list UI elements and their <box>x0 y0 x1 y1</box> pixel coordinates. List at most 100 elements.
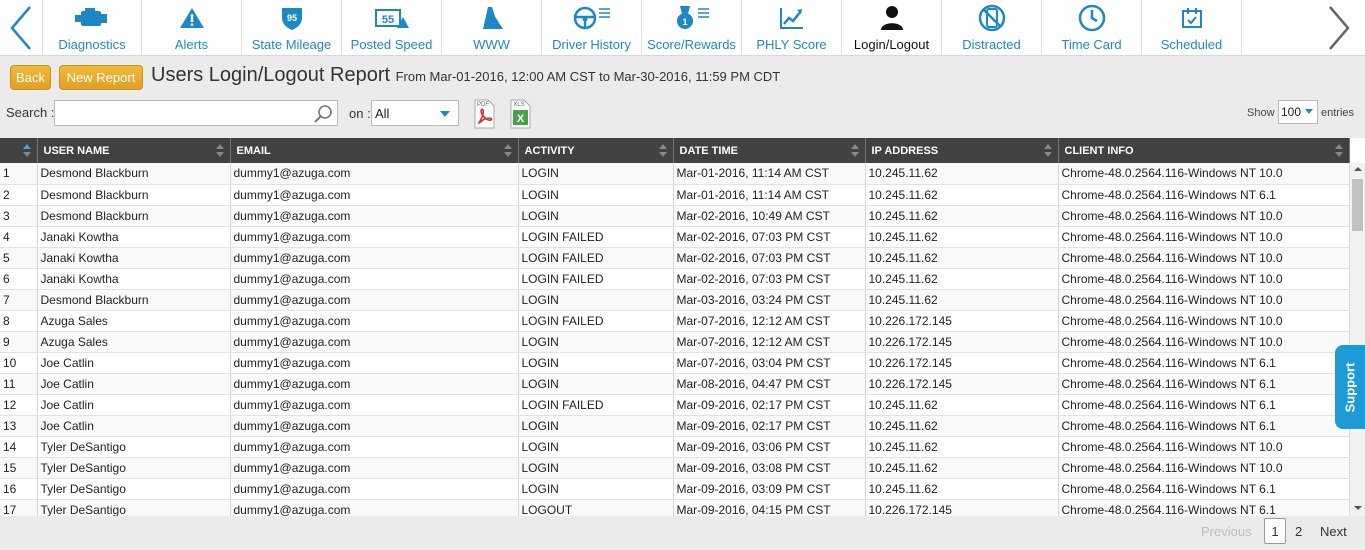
pagination-previous[interactable]: Previous <box>1201 518 1252 544</box>
tab-scheduled[interactable]: Scheduled <box>1142 0 1242 56</box>
cell-date-time: Mar-07-2016, 12:12 AM CST <box>673 331 866 353</box>
cell-user-name: Azuga Sales <box>37 331 231 353</box>
tab-distracted[interactable]: Distracted <box>942 0 1042 56</box>
pagination-next[interactable]: Next <box>1320 518 1347 544</box>
cell-user-name: Janaki Kowtha <box>37 247 231 269</box>
cell-email: dummy1@azuga.com <box>230 394 519 416</box>
cell-user-name: Janaki Kowtha <box>37 226 231 248</box>
tab-score-rewards[interactable]: 1 Score/Rewards <box>642 0 742 56</box>
cell-index: 17 <box>0 499 38 516</box>
trend-chart-icon <box>779 8 803 29</box>
table-row[interactable]: 12 Joe Catlin dummy1@azuga.com LOGIN FAILED… <box>0 394 1350 416</box>
nav-prev-arrow[interactable] <box>0 0 42 56</box>
table-row[interactable]: 15 Tyler DeSantigo dummy1@azuga.com LOGIN Ma… <box>0 457 1350 479</box>
table-row[interactable]: 5 Janaki Kowtha dummy1@azuga.com LOGIN FAIL… <box>0 247 1350 269</box>
cell-email: dummy1@azuga.com <box>230 436 519 458</box>
cell-client-info: Chrome-48.0.2564.116-Windows NT 6.1 <box>1058 394 1350 416</box>
pagination-page-1[interactable]: 1 <box>1264 518 1286 544</box>
export-pdf-button[interactable]: PDF <box>471 99 497 129</box>
tab-login-logout[interactable]: Login/Logout <box>842 0 942 56</box>
tab-state-mileage[interactable]: 95 State Mileage <box>242 0 342 56</box>
page-size-select[interactable]: 100 <box>1278 100 1318 124</box>
cell-date-time: Mar-03-2016, 03:24 PM CST <box>673 289 866 311</box>
cell-date-time: Mar-07-2016, 12:12 AM CST <box>673 310 866 332</box>
table-row[interactable]: 14 Tyler DeSantigo dummy1@azuga.com LOGIN Ma… <box>0 436 1350 458</box>
table-row[interactable]: 13 Joe Catlin dummy1@azuga.com LOGIN Mar-09-… <box>0 415 1350 437</box>
cell-email: dummy1@azuga.com <box>230 373 519 395</box>
tab-alerts[interactable]: Alerts <box>142 0 242 56</box>
column-header-email[interactable]: EMAIL <box>230 138 519 163</box>
cell-client-info: Chrome-48.0.2564.116-Windows NT 10.0 <box>1058 268 1350 290</box>
column-header-user-name[interactable]: USER NAME <box>37 138 231 163</box>
table-row[interactable]: 10 Joe Catlin dummy1@azuga.com LOGIN Mar-07-… <box>0 352 1350 374</box>
cell-index: 14 <box>0 436 38 458</box>
export-xls-button[interactable]: XLS X <box>507 99 533 129</box>
xls-file-icon: XLS X <box>510 99 531 129</box>
column-header-ip-address[interactable]: IP ADDRESS <box>865 138 1059 163</box>
tab-driver-history[interactable]: Driver History <box>542 0 642 56</box>
table-row[interactable]: 2 Desmond Blackburn dummy1@azuga.com LOGIN M… <box>0 184 1350 206</box>
medal-icon: 1 <box>676 6 709 29</box>
table-row[interactable]: 3 Desmond Blackburn dummy1@azuga.com LOGIN M… <box>0 205 1350 227</box>
column-header-index[interactable] <box>0 138 38 163</box>
search-field <box>54 100 338 126</box>
tab-label: PHLY Score <box>756 37 827 52</box>
highway-shield-icon: 95 <box>281 8 302 30</box>
table-row[interactable]: 4 Janaki Kowtha dummy1@azuga.com LOGIN FAIL… <box>0 226 1350 248</box>
tab-label: Posted Speed <box>350 37 433 52</box>
sort-asc-icon <box>22 144 31 157</box>
tab-time-card[interactable]: Time Card <box>1042 0 1142 56</box>
cell-index: 2 <box>0 184 38 206</box>
cell-ip-address: 10.245.11.62 <box>865 226 1059 248</box>
tab-diagnostics[interactable]: Diagnostics <box>42 0 142 56</box>
scrollbar-thumb[interactable] <box>1352 179 1363 231</box>
cell-index: 9 <box>0 331 38 353</box>
tab-posted-speed[interactable]: 55 Posted Speed <box>342 0 442 56</box>
cell-user-name: Azuga Sales <box>37 310 231 332</box>
pagination-page-2[interactable]: 2 <box>1295 518 1302 544</box>
column-header-activity[interactable]: ACTIVITY <box>518 138 674 163</box>
cell-client-info: Chrome-48.0.2564.116-Windows NT 6.1 <box>1058 478 1350 500</box>
tab-label: Distracted <box>962 37 1021 52</box>
cell-client-info: Chrome-48.0.2564.116-Windows NT 6.1 <box>1058 415 1350 437</box>
column-header-client-info[interactable]: CLIENT INFO <box>1058 138 1350 163</box>
report-table: USER NAME EMAIL ACTIVITY DATE TIME IP AD… <box>0 138 1350 516</box>
table-row[interactable]: 16 Tyler DeSantigo dummy1@azuga.com LOGIN Ma… <box>0 478 1350 500</box>
cell-date-time: Mar-02-2016, 10:49 AM CST <box>673 205 866 227</box>
scroll-down-icon[interactable] <box>1354 506 1362 510</box>
new-report-button[interactable]: New Report <box>59 65 143 90</box>
table-row[interactable]: 17 Tyler DeSantigo dummy1@azuga.com LOGOUT M… <box>0 499 1350 516</box>
nav-next-arrow[interactable] <box>1318 0 1360 56</box>
svg-text:55: 55 <box>381 14 393 26</box>
column-header-date-time[interactable]: DATE TIME <box>673 138 866 163</box>
tab-label: Scheduled <box>1160 37 1223 52</box>
table-row[interactable]: 7 Desmond Blackburn dummy1@azuga.com LOGIN M… <box>0 289 1350 311</box>
engine-icon <box>75 8 107 26</box>
cell-user-name: Joe Catlin <box>37 394 231 416</box>
tab-phly-score[interactable]: PHLY Score <box>742 0 842 56</box>
cell-activity: LOGIN <box>518 352 674 374</box>
support-tab[interactable]: Support <box>1335 345 1365 429</box>
pdf-file-icon: PDF <box>474 99 495 129</box>
table-row[interactable]: 9 Azuga Sales dummy1@azuga.com LOGIN Mar-07-… <box>0 331 1350 353</box>
cell-client-info: Chrome-48.0.2564.116-Windows NT 10.0 <box>1058 226 1350 248</box>
search-scope-select[interactable]: All <box>371 100 459 126</box>
tab-label: State Mileage <box>251 37 332 52</box>
cell-ip-address: 10.245.11.62 <box>865 457 1059 479</box>
table-row[interactable]: 1 Desmond Blackburn dummy1@azuga.com LOGIN M… <box>0 163 1350 185</box>
search-icon[interactable] <box>313 104 333 124</box>
cell-index: 7 <box>0 289 38 311</box>
tab-www[interactable]: WWW <box>442 0 542 56</box>
search-input[interactable] <box>55 101 305 125</box>
table-row[interactable]: 6 Janaki Kowtha dummy1@azuga.com LOGIN FAIL… <box>0 268 1350 290</box>
table-scrollbar[interactable] <box>1349 163 1365 516</box>
cell-ip-address: 10.245.11.62 <box>865 289 1059 311</box>
back-button[interactable]: Back <box>10 65 51 90</box>
chevron-down-icon <box>440 111 450 117</box>
cell-date-time: Mar-02-2016, 07:03 PM CST <box>673 226 866 248</box>
cell-index: 15 <box>0 457 38 479</box>
table-row[interactable]: 11 Joe Catlin dummy1@azuga.com LOGIN Mar-08-… <box>0 373 1350 395</box>
cell-email: dummy1@azuga.com <box>230 205 519 227</box>
scroll-up-icon[interactable] <box>1354 167 1362 171</box>
table-row[interactable]: 8 Azuga Sales dummy1@azuga.com LOGIN FAILED… <box>0 310 1350 332</box>
